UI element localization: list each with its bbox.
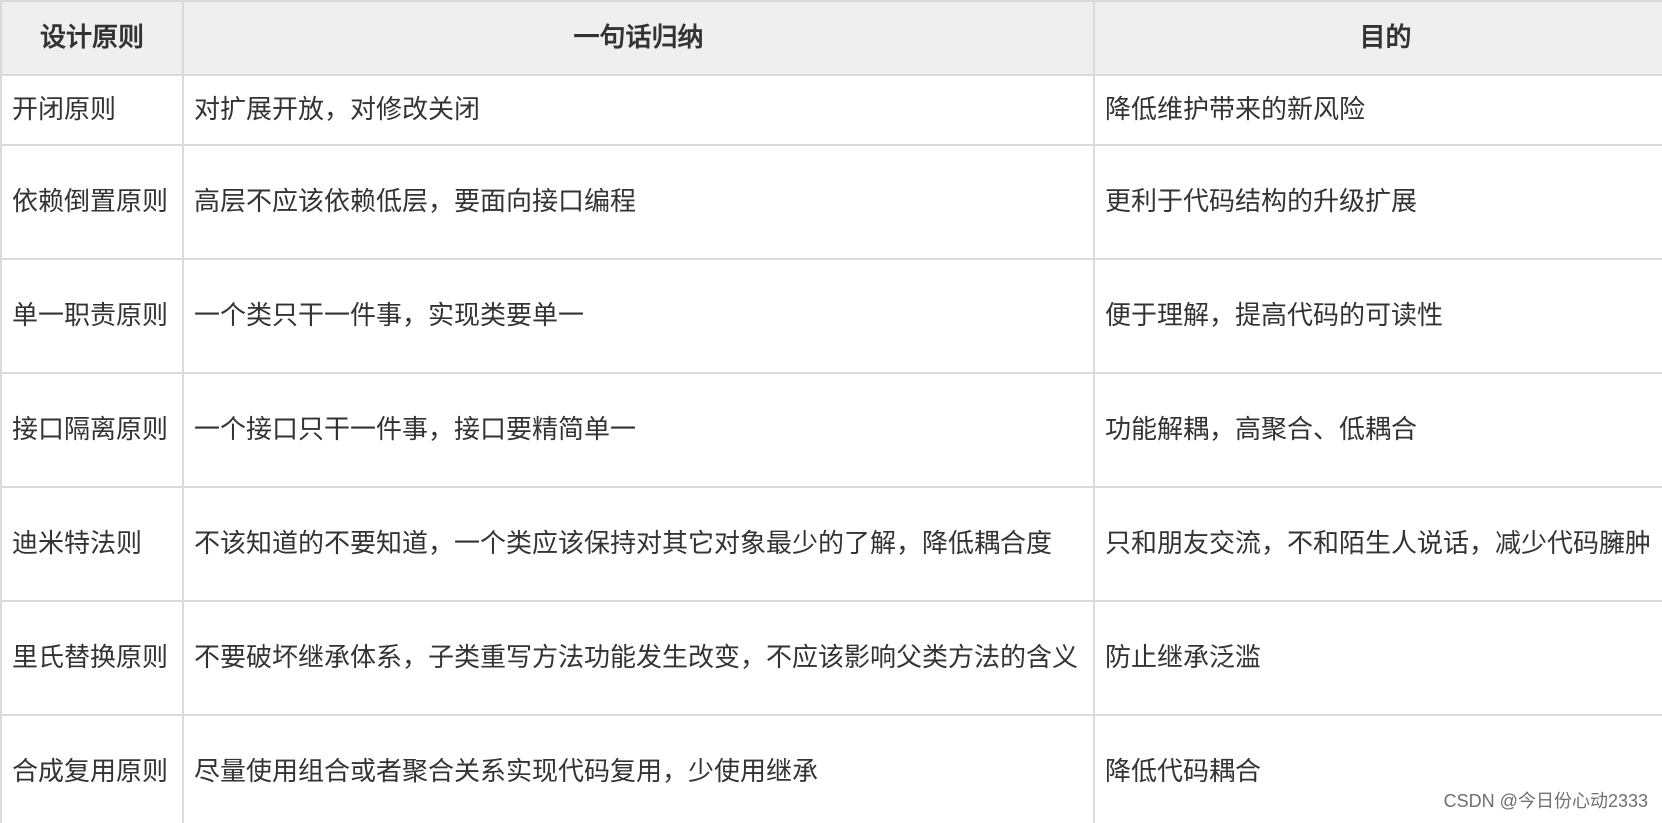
header-summary: 一句话归纳 <box>182 0 1095 76</box>
cell-principle: 开闭原则 <box>0 74 184 146</box>
cell-principle: 单一职责原则 <box>0 258 184 374</box>
table-row: 接口隔离原则 一个接口只干一件事，接口要精简单一 功能解耦，高聚合、低耦合 <box>0 372 1662 488</box>
cell-principle: 迪米特法则 <box>0 486 184 602</box>
cell-principle: 合成复用原则 <box>0 714 184 823</box>
cell-summary: 高层不应该依赖低层，要面向接口编程 <box>182 144 1095 260</box>
table-header: 设计原则 一句话归纳 目的 <box>0 0 1662 76</box>
cell-purpose: 便于理解，提高代码的可读性 <box>1093 258 1662 374</box>
cell-purpose: 只和朋友交流，不和陌生人说话，减少代码臃肿 <box>1093 486 1662 602</box>
table-row: 迪米特法则 不该知道的不要知道，一个类应该保持对其它对象最少的了解，降低耦合度 … <box>0 486 1662 602</box>
cell-purpose: 更利于代码结构的升级扩展 <box>1093 144 1662 260</box>
cell-purpose: 降低维护带来的新风险 <box>1093 74 1662 146</box>
table-row: 开闭原则 对扩展开放，对修改关闭 降低维护带来的新风险 <box>0 74 1662 146</box>
cell-summary: 对扩展开放，对修改关闭 <box>182 74 1095 146</box>
header-principle: 设计原则 <box>0 0 184 76</box>
table-row: 合成复用原则 尽量使用组合或者聚合关系实现代码复用，少使用继承 降低代码耦合 <box>0 714 1662 823</box>
table-row: 依赖倒置原则 高层不应该依赖低层，要面向接口编程 更利于代码结构的升级扩展 <box>0 144 1662 260</box>
cell-purpose: 功能解耦，高聚合、低耦合 <box>1093 372 1662 488</box>
design-principles-table: 设计原则 一句话归纳 目的 开闭原则 对扩展开放，对修改关闭 降低维护带来的新风… <box>0 0 1662 823</box>
table-body: 开闭原则 对扩展开放，对修改关闭 降低维护带来的新风险 依赖倒置原则 高层不应该… <box>0 74 1662 823</box>
header-purpose: 目的 <box>1093 0 1662 76</box>
csdn-watermark: CSDN @今日份心动2333 <box>1439 787 1652 813</box>
cell-principle: 依赖倒置原则 <box>0 144 184 260</box>
page: 设计原则 一句话归纳 目的 开闭原则 对扩展开放，对修改关闭 降低维护带来的新风… <box>0 0 1662 823</box>
cell-summary: 尽量使用组合或者聚合关系实现代码复用，少使用继承 <box>182 714 1095 823</box>
table-row: 里氏替换原则 不要破坏继承体系，子类重写方法功能发生改变，不应该影响父类方法的含… <box>0 600 1662 716</box>
cell-principle: 里氏替换原则 <box>0 600 184 716</box>
cell-summary: 不要破坏继承体系，子类重写方法功能发生改变，不应该影响父类方法的含义 <box>182 600 1095 716</box>
cell-principle: 接口隔离原则 <box>0 372 184 488</box>
cell-purpose: 防止继承泛滥 <box>1093 600 1662 716</box>
cell-summary: 不该知道的不要知道，一个类应该保持对其它对象最少的了解，降低耦合度 <box>182 486 1095 602</box>
table-row: 单一职责原则 一个类只干一件事，实现类要单一 便于理解，提高代码的可读性 <box>0 258 1662 374</box>
cell-summary: 一个类只干一件事，实现类要单一 <box>182 258 1095 374</box>
cell-summary: 一个接口只干一件事，接口要精简单一 <box>182 372 1095 488</box>
header-row: 设计原则 一句话归纳 目的 <box>0 0 1662 76</box>
